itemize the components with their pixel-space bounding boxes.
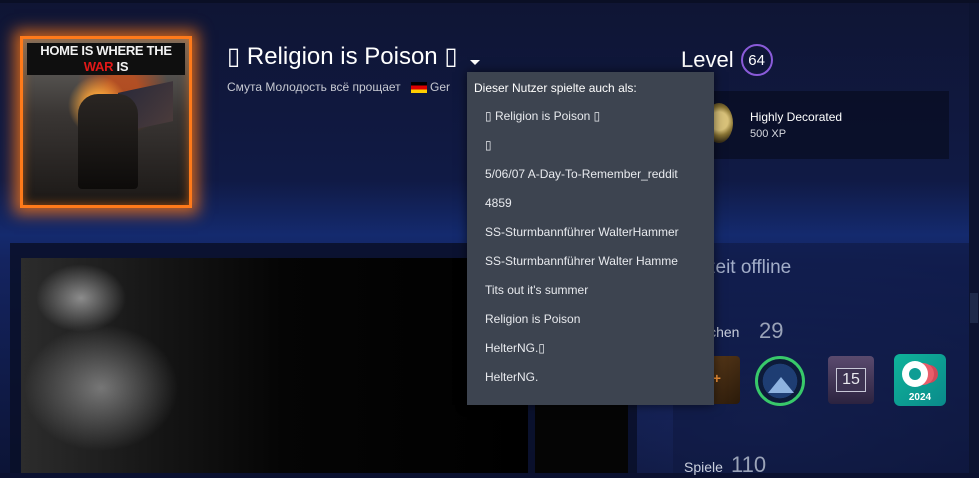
menu-title: Dieser Nutzer spielte auch als: [474,81,637,95]
avatar-soldier-figure [78,94,138,189]
scrollbar-thumb[interactable] [970,293,978,323]
alias-item: HelterNG.▯ [485,341,545,355]
germany-flag-icon [410,82,427,94]
profile-avatar[interactable]: HOME IS WHERE THE WAR IS [20,36,192,208]
level-number[interactable]: 64 [740,44,773,76]
real-name-row: Смута Молодость всё прощает Ger [227,80,450,94]
online-status: zeit offline [706,257,792,278]
country-name: Ger [430,80,451,94]
years-badge-icon[interactable]: 15 [828,356,874,404]
country-row: Ger [410,80,451,94]
alias-item: SS-Sturmbannführer WalterHammer [485,225,679,239]
featured-badge-xp: 500 XP [750,128,787,140]
badge-year-text: 2024 [908,392,932,403]
alias-item: 4859 [485,196,512,210]
name-history-menu: Dieser Nutzer spielte auch als: ▯ Religi… [467,72,714,405]
badges-count[interactable]: 29 [759,318,783,344]
real-name: Смута Молодость всё прощает [227,80,401,94]
alias-item: Tits out it's summer [485,283,589,297]
alias-item: HelterNG. [485,370,539,384]
showcase-artwork[interactable] [21,258,528,473]
steam-logo-icon [902,361,928,387]
mountain-shape [768,377,794,393]
mountain-badge-icon[interactable] [755,356,805,406]
alias-item: SS-Sturmbannführer Walter Hamme [485,254,678,268]
featured-badge[interactable]: Highly Decorated 500 XP [697,91,949,159]
page-scrollbar[interactable] [969,3,979,473]
top-bar [0,0,979,3]
alias-item: Religion is Poison [485,312,581,326]
alias-item: ▯ [485,138,492,152]
alias-item: 5/06/07 A-Day-To-Remember_reddit [485,167,678,181]
avatar-caption: HOME IS WHERE THE WAR IS [27,43,185,75]
persona-name-text: ▯ Religion is Poison ▯ [227,43,458,70]
featured-badge-name: Highly Decorated [750,110,843,124]
name-history-dropdown-icon[interactable] [469,60,480,65]
level-label: Level [681,47,734,72]
steam-2024-badge-icon[interactable]: 2024 [894,354,946,406]
years-badge-text: 15 [836,368,866,392]
persona-name[interactable]: ▯ Religion is Poison ▯ [227,42,480,71]
games-count[interactable]: 110 [731,452,766,478]
alias-item: ▯ Religion is Poison ▯ [485,109,601,123]
